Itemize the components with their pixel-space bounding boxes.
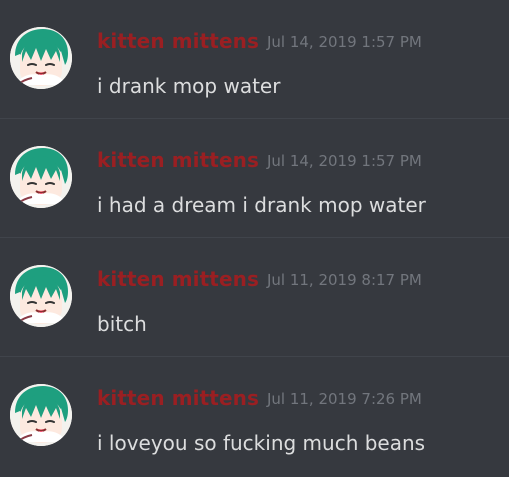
- timestamp[interactable]: Jul 11, 2019 8:17 PM: [267, 271, 422, 289]
- avatar-icon[interactable]: [10, 146, 72, 208]
- message-row[interactable]: kitten mittens Jul 11, 2019 8:17 PM bitch: [0, 238, 509, 357]
- username[interactable]: kitten mittens: [97, 29, 259, 53]
- avatar-icon[interactable]: [10, 384, 72, 446]
- message-meta: kitten mittens Jul 14, 2019 1:57 PM: [97, 150, 422, 170]
- message-row[interactable]: kitten mittens Jul 14, 2019 1:57 PM i had…: [0, 119, 509, 238]
- username[interactable]: kitten mittens: [97, 148, 259, 172]
- timestamp[interactable]: Jul 11, 2019 7:26 PM: [267, 390, 422, 408]
- timestamp[interactable]: Jul 14, 2019 1:57 PM: [267, 33, 422, 51]
- message-meta: kitten mittens Jul 11, 2019 7:26 PM: [97, 388, 422, 408]
- message-meta: kitten mittens Jul 11, 2019 8:17 PM: [97, 269, 422, 289]
- message-row[interactable]: kitten mittens Jul 14, 2019 1:57 PM i dra…: [0, 0, 509, 119]
- message-text: i loveyou so fucking much beans: [97, 431, 426, 455]
- username[interactable]: kitten mittens: [97, 386, 259, 410]
- avatar-icon[interactable]: [10, 27, 72, 89]
- avatar-icon[interactable]: [10, 265, 72, 327]
- message-feed: kitten mittens Jul 14, 2019 1:57 PM i dra…: [0, 0, 509, 477]
- message-text: i had a dream i drank mop water: [97, 193, 426, 217]
- message-meta: kitten mittens Jul 14, 2019 1:57 PM: [97, 31, 422, 51]
- username[interactable]: kitten mittens: [97, 267, 259, 291]
- message-text: bitch: [97, 312, 147, 336]
- message-row[interactable]: kitten mittens Jul 11, 2019 7:26 PM i lov…: [0, 357, 509, 476]
- timestamp[interactable]: Jul 14, 2019 1:57 PM: [267, 152, 422, 170]
- message-text: i drank mop water: [97, 74, 281, 98]
